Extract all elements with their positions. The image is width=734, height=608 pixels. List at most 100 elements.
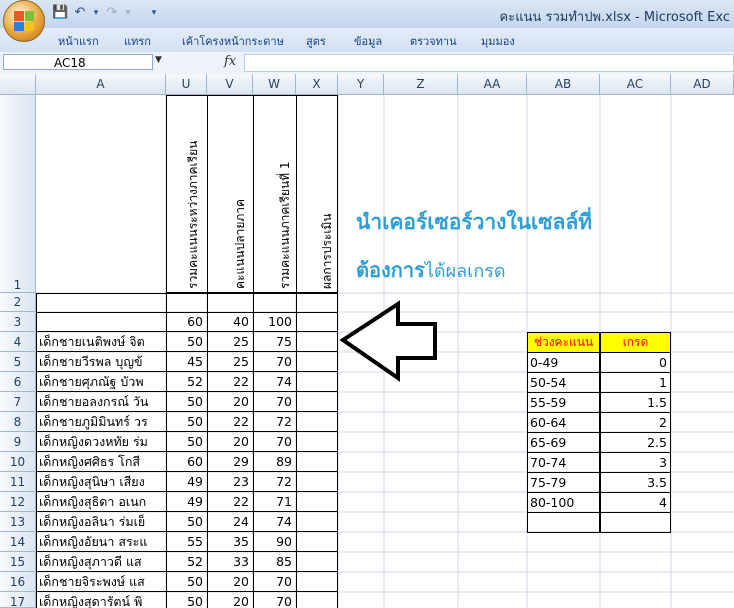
undo-icon[interactable]: ↶ [72, 5, 88, 21]
cell-A14[interactable]: เด็กหญิงอัยนา สระแ [36, 532, 166, 552]
tab-home[interactable]: หน้าแรก [58, 32, 99, 50]
tab-page-layout[interactable]: เค้าโครงหน้ากระดาษ [182, 32, 284, 50]
row-header-13[interactable]: 13 [0, 512, 36, 532]
cell-W13[interactable]: 74 [253, 512, 296, 532]
tab-insert[interactable]: แทรก [124, 32, 151, 50]
cell-V12[interactable]: 22 [207, 492, 253, 512]
undo-dropdown-icon[interactable]: ▾ [88, 5, 104, 21]
column-header-AB[interactable]: AB [527, 74, 600, 95]
row-header-14[interactable]: 14 [0, 532, 36, 552]
redo-dropdown-icon[interactable]: ▾ [120, 5, 136, 21]
row-header-4[interactable]: 4 [0, 332, 36, 352]
column-header-X[interactable]: X [296, 74, 338, 95]
grade-value-cell[interactable]: 1.5 [600, 392, 671, 413]
cell-V14[interactable]: 35 [207, 532, 253, 552]
grade-value-cell[interactable]: 3.5 [600, 472, 671, 493]
grade-range-cell[interactable]: 0-49 [527, 352, 600, 373]
grade-value-cell[interactable]: 2 [600, 412, 671, 433]
row-header-10[interactable]: 10 [0, 452, 36, 472]
cell-V3[interactable]: 40 [207, 312, 253, 332]
grade-empty-cell[interactable] [600, 512, 671, 533]
grade-value-cell[interactable]: 2.5 [600, 432, 671, 453]
cell-A16[interactable]: เด็กชายจิระพงษ์ แส [36, 572, 166, 592]
cell-W3[interactable]: 100 [253, 312, 296, 332]
column-header-AD[interactable]: AD [671, 74, 734, 95]
cell-V5[interactable]: 25 [207, 352, 253, 372]
cell-V8[interactable]: 22 [207, 412, 253, 432]
cell-U9[interactable]: 50 [166, 432, 207, 452]
office-button[interactable] [3, 0, 45, 42]
row-header-3[interactable]: 3 [0, 312, 36, 332]
column-header-A[interactable]: A [36, 74, 166, 95]
column-header-AC[interactable]: AC [600, 74, 671, 95]
cell-U3[interactable]: 60 [166, 312, 207, 332]
tab-review[interactable]: ตรวจทาน [410, 32, 457, 50]
row-header-11[interactable]: 11 [0, 472, 36, 492]
grade-range-cell[interactable]: 75-79 [527, 472, 600, 493]
redo-icon[interactable]: ↷ [104, 5, 120, 21]
cell-A13[interactable]: เด็กหญิงอลินา ร่มเย็ [36, 512, 166, 532]
grade-value-cell[interactable]: 1 [600, 372, 671, 393]
cell-W6[interactable]: 74 [253, 372, 296, 392]
cell-W4[interactable]: 75 [253, 332, 296, 352]
row-header-17[interactable]: 17 [0, 592, 36, 608]
name-box[interactable]: AC18 [3, 54, 153, 70]
cell-A7[interactable]: เด็กชายอลงกรณ์ วัน [36, 392, 166, 412]
row-header-5[interactable]: 5 [0, 352, 36, 372]
cell-U17[interactable]: 50 [166, 592, 207, 608]
column-header-U[interactable]: U [166, 74, 207, 95]
grade-range-cell[interactable]: 80-100 [527, 492, 600, 513]
column-header-AA[interactable]: AA [458, 74, 527, 95]
cell-U6[interactable]: 52 [166, 372, 207, 392]
column-header-W[interactable]: W [253, 74, 296, 95]
cell-W7[interactable]: 70 [253, 392, 296, 412]
grade-empty-cell[interactable] [527, 512, 600, 533]
cell-W12[interactable]: 71 [253, 492, 296, 512]
cell-A6[interactable]: เด็กชายศุภณัฐ บัวพ [36, 372, 166, 392]
save-icon[interactable]: 💾 [52, 5, 68, 21]
grade-range-cell[interactable]: 50-54 [527, 372, 600, 393]
row-header-9[interactable]: 9 [0, 432, 36, 452]
cell-U11[interactable]: 49 [166, 472, 207, 492]
row-header-15[interactable]: 15 [0, 552, 36, 572]
tab-data[interactable]: ข้อมูล [354, 32, 382, 50]
tab-view[interactable]: มุมมอง [481, 32, 515, 50]
column-header-Z[interactable]: Z [384, 74, 458, 95]
cell-W10[interactable]: 89 [253, 452, 296, 472]
cell-V7[interactable]: 20 [207, 392, 253, 412]
cell-W17[interactable]: 70 [253, 592, 296, 608]
cell-A12[interactable]: เด็กหญิงสุธิดา อเนก [36, 492, 166, 512]
worksheet-grid[interactable]: A U V W X Y Z AA AB AC AD 1 2 3 4 5 6 7 … [0, 74, 734, 608]
cell-W14[interactable]: 90 [253, 532, 296, 552]
row-header-12[interactable]: 12 [0, 492, 36, 512]
cell-W8[interactable]: 72 [253, 412, 296, 432]
cell-A17[interactable]: เด็กหญิงสุดารัตน์ พิ [36, 592, 166, 608]
select-all-corner[interactable] [0, 74, 36, 95]
row-header-7[interactable]: 7 [0, 392, 36, 412]
row-header-16[interactable]: 16 [0, 572, 36, 592]
cell-W9[interactable]: 70 [253, 432, 296, 452]
cell-A9[interactable]: เด็กหญิงดวงหทัย ร่ม [36, 432, 166, 452]
grade-range-cell[interactable]: 65-69 [527, 432, 600, 453]
grade-value-cell[interactable]: 0 [600, 352, 671, 373]
cell-V6[interactable]: 22 [207, 372, 253, 392]
cell-A8[interactable]: เด็กชายภูมิมินทร์ วร [36, 412, 166, 432]
grade-header-grade[interactable]: เกรด [600, 332, 671, 353]
cell-V15[interactable]: 33 [207, 552, 253, 572]
cell-W15[interactable]: 85 [253, 552, 296, 572]
cell-U14[interactable]: 55 [166, 532, 207, 552]
cell-V11[interactable]: 23 [207, 472, 253, 492]
cell-A10[interactable]: เด็กหญิงศศิธร โกสี [36, 452, 166, 472]
cell-W16[interactable]: 70 [253, 572, 296, 592]
grade-range-cell[interactable]: 55-59 [527, 392, 600, 413]
cell-V17[interactable]: 20 [207, 592, 253, 608]
cell-V9[interactable]: 20 [207, 432, 253, 452]
cell-V13[interactable]: 24 [207, 512, 253, 532]
grade-value-cell[interactable]: 3 [600, 452, 671, 473]
formula-input[interactable] [244, 54, 734, 72]
cell-U13[interactable]: 50 [166, 512, 207, 532]
cell-V16[interactable]: 20 [207, 572, 253, 592]
cell-A15[interactable]: เด็กหญิงสุภาวดี แส [36, 552, 166, 572]
column-header-Y[interactable]: Y [338, 74, 384, 95]
column-header-V[interactable]: V [207, 74, 253, 95]
